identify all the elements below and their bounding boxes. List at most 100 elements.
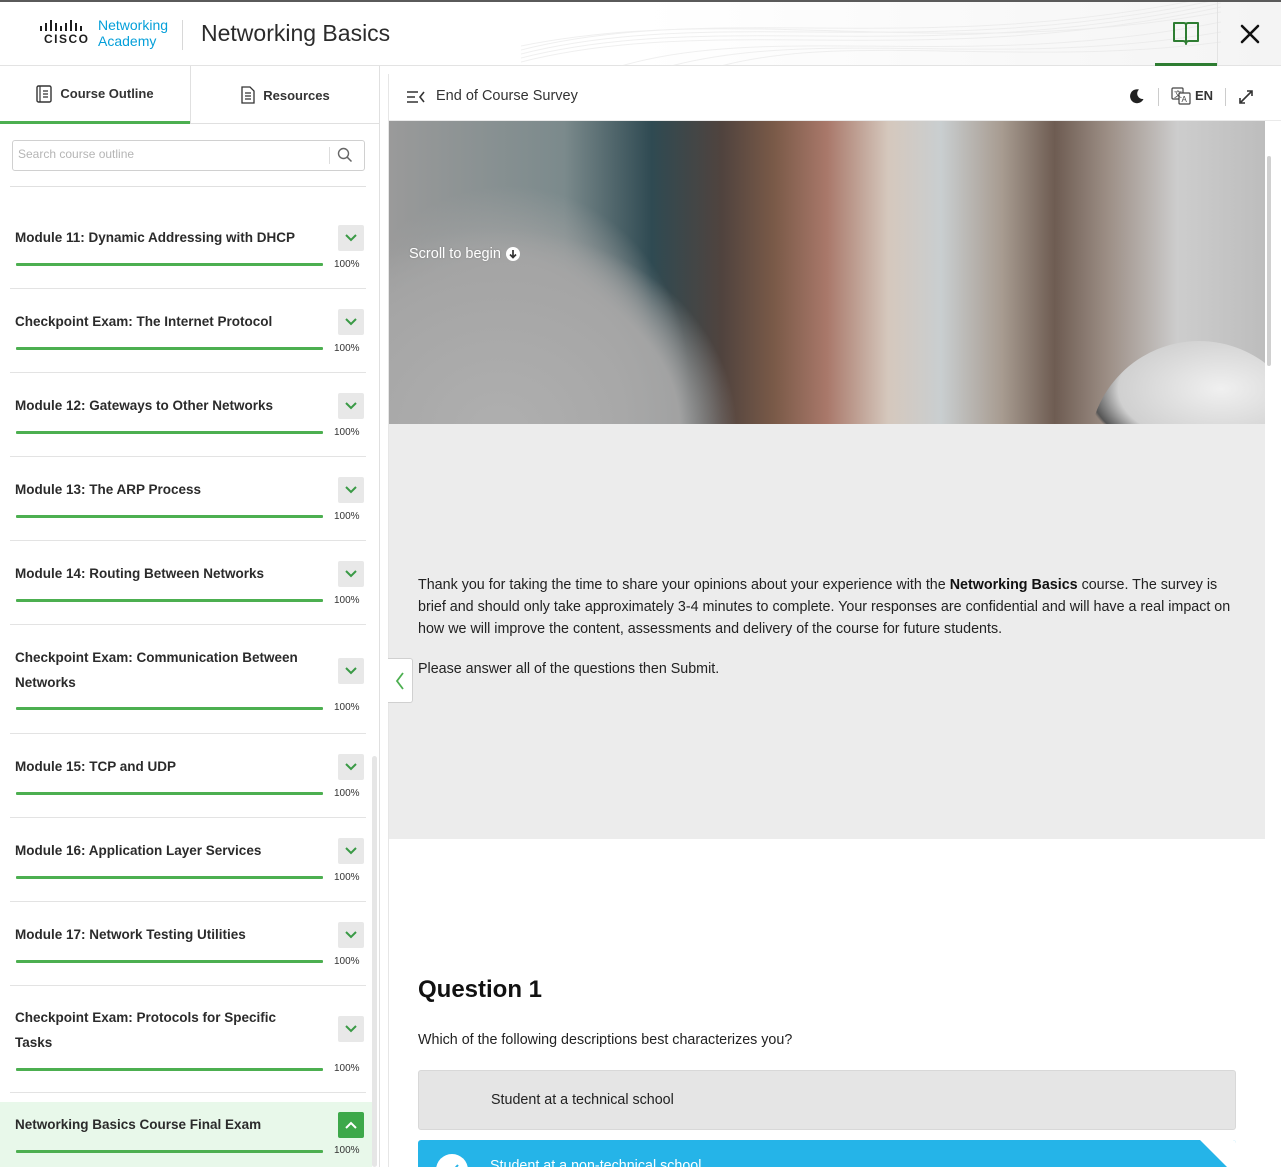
outline-item-final-exam[interactable]: Networking Basics Course Final Exam 100%: [0, 1102, 372, 1167]
chevron-down-icon: [345, 763, 357, 771]
progress-bar: [16, 515, 323, 518]
chevron-left-icon: [395, 671, 404, 690]
outline-item-module-16[interactable]: Module 16: Application Layer Services 10…: [0, 818, 372, 902]
intro-text-start: Thank you for taking the time to share y…: [418, 577, 950, 593]
cisco-bars-icon: [40, 20, 82, 31]
app-header: CISCO Networking Academy Networking Basi…: [0, 0, 1281, 66]
fullscreen-expand-icon[interactable]: [1238, 89, 1254, 105]
progress-bar: [16, 431, 323, 434]
progress-percent: 100%: [334, 259, 360, 270]
progress-percent: 100%: [334, 511, 360, 522]
expand-button[interactable]: [338, 1016, 364, 1042]
outline-item-title: Module 13: The ARP Process: [15, 482, 202, 497]
close-icon: [1240, 24, 1259, 44]
tab-resources[interactable]: Resources: [190, 66, 379, 124]
selected-corner-marker: [1200, 1140, 1236, 1167]
expand-button[interactable]: [338, 838, 364, 864]
brand-line-1: Networking: [98, 17, 169, 33]
collapse-menu-icon[interactable]: [406, 89, 426, 105]
search-icon[interactable]: [337, 147, 353, 163]
chevron-down-icon: [345, 667, 357, 675]
progress-bar: [16, 347, 323, 350]
header-divider: [182, 20, 183, 50]
intro-section: Thank you for taking the time to share y…: [389, 424, 1265, 839]
content-title: End of Course Survey: [436, 88, 578, 104]
sidebar-tabs: Course Outline Resources: [0, 66, 379, 124]
content-scrollbar[interactable]: [1267, 156, 1271, 366]
collapse-sidebar-button[interactable]: [388, 658, 413, 703]
outline-item-title: Checkpoint Exam: The Internet Protocol: [15, 314, 273, 329]
progress-percent: 100%: [334, 1145, 360, 1156]
answer-option-label: Student at a non-technical school: [490, 1158, 702, 1167]
outline-icon: [36, 84, 53, 103]
toolbar-divider: [1158, 88, 1159, 106]
language-selector[interactable]: EN: [1195, 88, 1213, 103]
outline-item-title: Networking Basics Course Final Exam: [15, 1117, 262, 1132]
header-decoration: [521, 2, 1221, 66]
answer-option[interactable]: Student at a technical school: [418, 1070, 1236, 1130]
collapse-button[interactable]: [338, 1112, 364, 1138]
arrow-down-circle-icon: [505, 247, 520, 261]
outline-item-module-17[interactable]: Module 17: Network Testing Utilities 100…: [0, 902, 372, 986]
expand-button[interactable]: [338, 393, 364, 419]
svg-text:A: A: [1182, 95, 1188, 104]
intro-paragraph: Thank you for taking the time to share y…: [418, 574, 1238, 640]
cisco-networking-academy-logo[interactable]: CISCO Networking Academy: [40, 17, 170, 52]
item-divider: [10, 1092, 366, 1093]
chevron-down-icon: [345, 1025, 357, 1033]
expand-button[interactable]: [338, 309, 364, 335]
expand-button[interactable]: [338, 922, 364, 948]
tab-course-outline[interactable]: Course Outline: [0, 66, 190, 124]
progress-percent: 100%: [334, 427, 360, 438]
question-heading: Question 1: [418, 976, 543, 1003]
expand-button[interactable]: [338, 561, 364, 587]
check-circle: [436, 1154, 468, 1167]
intro-course-name: Networking Basics: [949, 577, 1078, 593]
hero-shoulder-shape: [389, 121, 819, 424]
progress-percent: 100%: [334, 956, 360, 967]
book-button[interactable]: [1155, 2, 1217, 66]
open-book-icon: [1173, 21, 1199, 45]
chevron-up-icon: [345, 1121, 357, 1129]
chevron-down-icon: [345, 318, 357, 326]
progress-bar: [16, 876, 323, 879]
tab-label: Resources: [263, 87, 330, 103]
answer-option-label: Student at a technical school: [491, 1092, 674, 1108]
outline-item-title: Module 15: TCP and UDP: [15, 759, 177, 774]
outline-item-checkpoint-protocols[interactable]: Checkpoint Exam: Protocols for Specific …: [0, 986, 372, 1093]
question-text: Which of the following descriptions best…: [418, 1032, 793, 1048]
hero-lamp-shape: [1089, 341, 1265, 424]
close-button[interactable]: [1217, 2, 1281, 66]
outline-item-module-12[interactable]: Module 12: Gateways to Other Networks 10…: [0, 373, 372, 457]
sidebar-scrollbar[interactable]: [372, 756, 377, 1167]
progress-bar: [16, 960, 323, 963]
scroll-label: Scroll to begin: [409, 246, 501, 262]
toolbar-divider: [1225, 88, 1226, 106]
progress-percent: 100%: [334, 702, 360, 713]
chevron-down-icon: [345, 847, 357, 855]
outline-search: [12, 140, 365, 171]
chevron-down-icon: [345, 931, 357, 939]
expand-button[interactable]: [338, 754, 364, 780]
expand-button[interactable]: [338, 477, 364, 503]
outline-item-module-14[interactable]: Module 14: Routing Between Networks 100%: [0, 541, 372, 625]
outline-item-checkpoint-communication[interactable]: Checkpoint Exam: Communication Between N…: [0, 625, 372, 734]
expand-button[interactable]: [338, 225, 364, 251]
translate-icon[interactable]: 文 A: [1171, 87, 1191, 105]
outline-item-module-15[interactable]: Module 15: TCP and UDP 100%: [0, 734, 372, 818]
progress-bar: [16, 792, 323, 795]
outline-item-module-13[interactable]: Module 13: The ARP Process 100%: [0, 457, 372, 541]
expand-button[interactable]: [338, 658, 364, 684]
progress-bar: [16, 1150, 323, 1153]
progress-bar: [16, 707, 323, 710]
search-input[interactable]: [18, 147, 323, 161]
scroll-to-begin[interactable]: Scroll to begin: [409, 246, 521, 262]
document-icon: [241, 86, 255, 104]
outline-item-title: Module 17: Network Testing Utilities: [15, 927, 246, 942]
dark-mode-moon-icon[interactable]: [1129, 88, 1145, 104]
outline-item-title: Checkpoint Exam: Communication Between N…: [15, 650, 298, 690]
outline-item-module-11[interactable]: Module 11: Dynamic Addressing with DHCP …: [0, 205, 372, 289]
outline-item-checkpoint-internet-protocol[interactable]: Checkpoint Exam: The Internet Protocol 1…: [0, 289, 372, 373]
progress-bar: [16, 599, 323, 602]
answer-option-selected[interactable]: Student at a non-technical school: [418, 1140, 1236, 1167]
